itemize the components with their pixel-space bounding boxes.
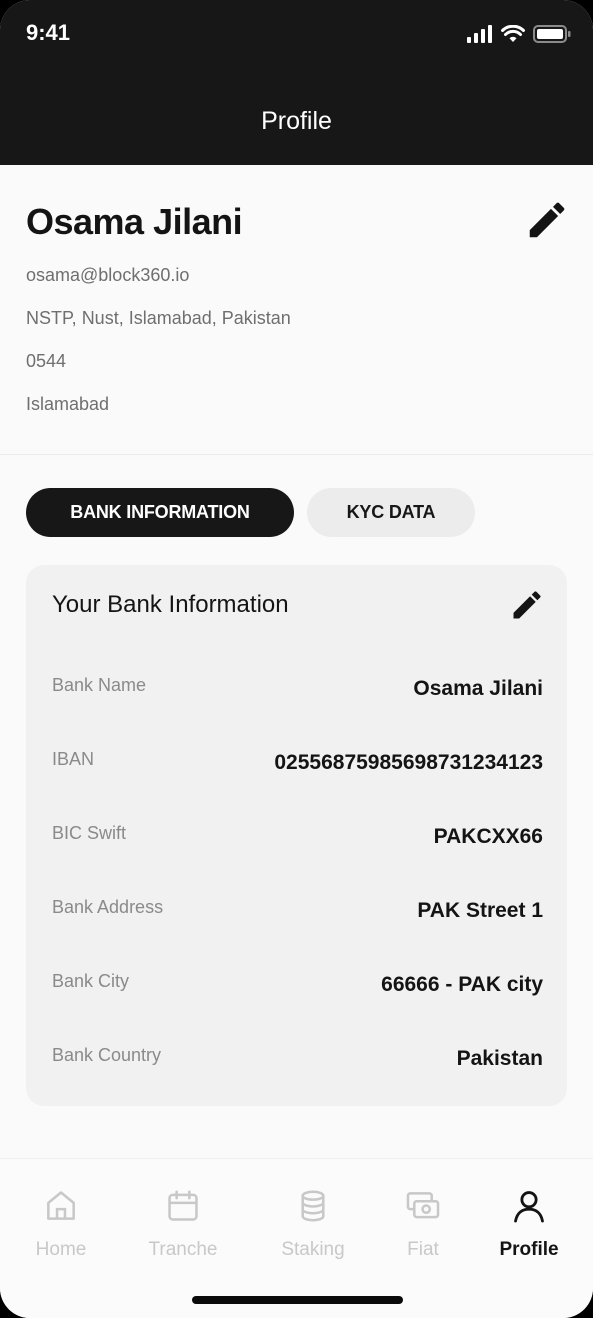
nav-profile[interactable]: Profile — [474, 1187, 584, 1261]
status-icons — [467, 25, 571, 43]
profile-phone: 0544 — [26, 351, 67, 371]
phone-screen: 9:41 Profile Osama Jilani osama@block360… — [0, 0, 593, 1318]
bank-city-value: 66666 - PAK city — [381, 973, 543, 996]
bic-swift-value: PAKCXX66 — [433, 825, 543, 848]
bank-address-row: Bank Address PAK Street 1 — [52, 897, 543, 927]
bank-information-card: Your Bank Information Bank Name Osama Ji… — [26, 565, 567, 1106]
bank-country-label: Bank Country — [52, 1045, 162, 1065]
home-icon — [47, 1191, 75, 1220]
bottom-navigation: Home Tranche Staking Fiat Profile — [0, 1158, 593, 1318]
signal-icon — [467, 25, 492, 43]
pencil-icon — [513, 591, 541, 619]
bank-city-row: Bank City 66666 - PAK city — [52, 971, 543, 1001]
nav-home[interactable]: Home — [6, 1187, 116, 1261]
nav-profile-label: Profile — [499, 1239, 559, 1260]
profile-city: Islamabad — [26, 394, 110, 414]
page-title: Profile — [261, 107, 332, 135]
header-bar: 9:41 Profile — [0, 0, 593, 165]
tab-bank-information[interactable]: BANK INFORMATION — [26, 488, 294, 537]
profile-tabs: BANK INFORMATION KYC DATA — [26, 488, 475, 537]
nav-staking-label: Staking — [281, 1239, 345, 1260]
bank-name-value: Osama Jilani — [413, 677, 543, 700]
home-indicator — [192, 1296, 403, 1304]
calendar-icon — [168, 1190, 198, 1221]
coins-stack-icon — [301, 1190, 325, 1222]
cash-icon — [406, 1192, 440, 1219]
nav-staking[interactable]: Staking — [258, 1187, 368, 1261]
user-icon — [514, 1191, 544, 1223]
wifi-icon — [501, 25, 525, 42]
profile-address: NSTP, Nust, Islamabad, Pakistan — [26, 308, 291, 328]
edit-bank-info-button[interactable] — [509, 587, 545, 623]
bank-address-value: PAK Street 1 — [417, 899, 543, 922]
bic-swift-row: BIC Swift PAKCXX66 — [52, 823, 543, 853]
bank-city-label: Bank City — [52, 971, 130, 991]
iban-row: IBAN 025568759856987312341​23 — [52, 749, 543, 779]
bank-name-row: Bank Name Osama Jilani — [52, 675, 543, 705]
tab-kyc-data[interactable]: KYC DATA — [307, 488, 475, 537]
card-title: Your Bank Information — [52, 591, 289, 618]
bank-name-label: Bank Name — [52, 675, 147, 695]
edit-profile-button[interactable] — [524, 197, 570, 243]
status-time: 9:41 — [26, 20, 71, 45]
iban-label: IBAN — [52, 749, 95, 769]
battery-icon — [533, 25, 571, 43]
nav-home-label: Home — [35, 1239, 87, 1260]
bic-swift-label: BIC Swift — [52, 823, 127, 843]
nav-fiat[interactable]: Fiat — [368, 1187, 478, 1261]
iban-value: 025568759856987312341​23 — [274, 751, 543, 774]
pencil-icon — [529, 202, 565, 238]
profile-name: Osama Jilani — [26, 201, 243, 242]
nav-tranche[interactable]: Tranche — [128, 1187, 238, 1261]
bank-country-value: Pakistan — [456, 1047, 543, 1070]
profile-summary: Osama Jilani osama@block360.io NSTP, Nus… — [0, 165, 593, 455]
bank-country-row: Bank Country Pakistan — [52, 1045, 543, 1075]
bank-address-label: Bank Address — [52, 897, 164, 917]
nav-tranche-label: Tranche — [148, 1239, 218, 1260]
nav-fiat-label: Fiat — [407, 1239, 439, 1260]
profile-email: osama@block360.io — [26, 265, 190, 285]
